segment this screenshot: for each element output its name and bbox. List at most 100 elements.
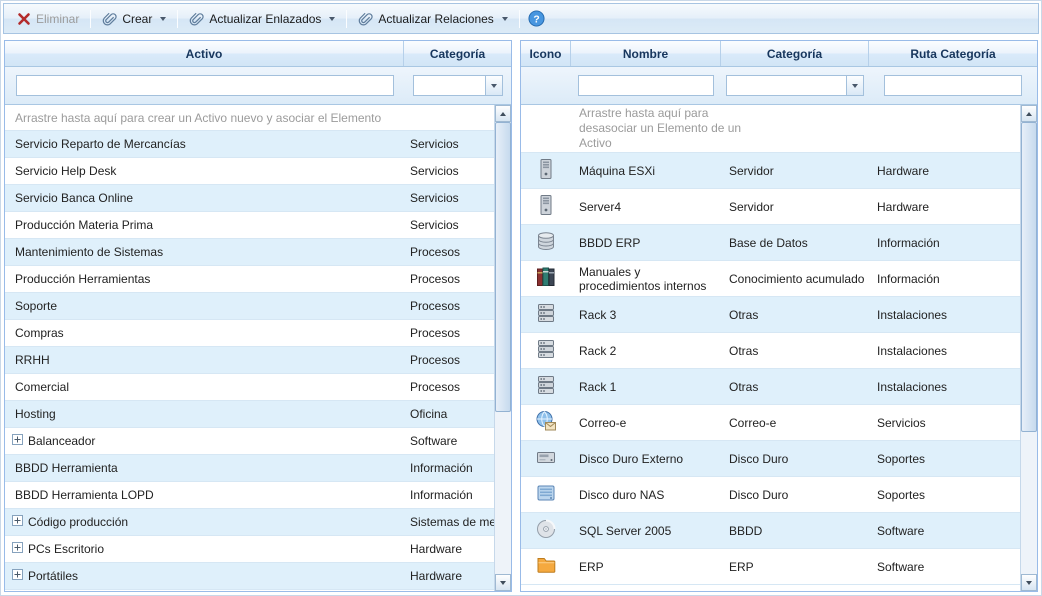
expand-icon[interactable] bbox=[12, 542, 23, 556]
activo-cell: RRHH bbox=[5, 353, 404, 367]
right-scrollbar[interactable] bbox=[1020, 105, 1037, 591]
column-header-categoria[interactable]: Categoría bbox=[721, 41, 869, 66]
icono-cell bbox=[521, 158, 571, 183]
nombre-cell: SQL Server 2005 bbox=[571, 524, 721, 538]
ruta-categoria-cell: Instalaciones bbox=[869, 344, 1020, 358]
asset-row[interactable]: RRHHProcesos bbox=[5, 347, 494, 374]
toolbar-separator bbox=[90, 10, 91, 28]
element-row[interactable]: BBDD ERPBase de DatosInformación bbox=[521, 225, 1020, 261]
expand-icon[interactable] bbox=[12, 515, 23, 529]
activo-label: Servicio Banca Online bbox=[15, 191, 133, 205]
scroll-up-button[interactable] bbox=[495, 105, 511, 122]
toolbar-button-actualizar-relaciones[interactable]: Actualizar Relaciones bbox=[351, 8, 514, 29]
ruta-categoria-cell: Soportes bbox=[869, 488, 1020, 502]
activo-cell: Hosting bbox=[5, 407, 404, 421]
categoria-filter-select-right[interactable] bbox=[726, 75, 864, 96]
toolbar-separator bbox=[346, 10, 347, 28]
element-row[interactable]: Manuales y procedimientos internosConoci… bbox=[521, 261, 1020, 297]
activo-cell: Soporte bbox=[5, 299, 404, 313]
delete-icon bbox=[17, 12, 31, 26]
column-header-activo[interactable]: Activo bbox=[5, 41, 404, 66]
column-header-categoria[interactable]: Categoría bbox=[404, 41, 511, 66]
scroll-down-button[interactable] bbox=[1021, 574, 1037, 591]
element-row[interactable]: Máquina ESXiServidorHardware bbox=[521, 153, 1020, 189]
ruta-categoria-cell: Hardware bbox=[869, 200, 1020, 214]
nombre-cell: BBDD ERP bbox=[571, 236, 721, 250]
expand-icon[interactable] bbox=[12, 434, 23, 448]
column-header-icono[interactable]: Icono bbox=[521, 41, 571, 66]
categoria-filter-select[interactable] bbox=[413, 75, 503, 96]
nombre-cell: Máquina ESXi bbox=[571, 164, 721, 178]
triangle-down-icon bbox=[1026, 581, 1032, 585]
element-row[interactable]: Correo-eCorreo-eServicios bbox=[521, 405, 1020, 441]
categoria-cell: Servicios bbox=[404, 164, 494, 178]
toolbar-separator bbox=[519, 10, 520, 28]
element-row[interactable]: Disco Duro ExternoDisco DuroSoportes bbox=[521, 441, 1020, 477]
nombre-cell: Server4 bbox=[571, 200, 721, 214]
left-scrollbar[interactable] bbox=[494, 105, 511, 591]
asset-row[interactable]: ComercialProcesos bbox=[5, 374, 494, 401]
activo-label: Hosting bbox=[15, 407, 56, 421]
nombre-filter-input[interactable] bbox=[578, 75, 714, 96]
categoria-cell: Disco Duro bbox=[721, 488, 869, 502]
asset-row[interactable]: HostingOficina bbox=[5, 401, 494, 428]
asset-row[interactable]: PCs EscritorioHardware bbox=[5, 536, 494, 563]
column-header-ruta-categoria[interactable]: Ruta Categoría bbox=[869, 41, 1037, 66]
ruta-categoria-cell: Hardware bbox=[869, 164, 1020, 178]
scrollbar-thumb[interactable] bbox=[495, 122, 511, 412]
element-row[interactable]: Disco duro NASDisco DuroSoportes bbox=[521, 477, 1020, 513]
categoria-cell: Servicios bbox=[404, 218, 494, 232]
categoria-cell: Información bbox=[404, 461, 494, 475]
categoria-cell: Procesos bbox=[404, 353, 494, 367]
element-row[interactable]: Rack 3OtrasInstalaciones bbox=[521, 297, 1020, 333]
element-row[interactable]: ERPERPSoftware bbox=[521, 549, 1020, 585]
drop-hint-row: Arrastre hasta aquí para crear un Activo… bbox=[5, 105, 494, 131]
asset-row[interactable]: Código producciónSistemas de medición bbox=[5, 509, 494, 536]
ruta-categoria-cell: Servicios bbox=[869, 416, 1020, 430]
column-header-nombre[interactable]: Nombre bbox=[571, 41, 721, 66]
activo-cell: Compras bbox=[5, 326, 404, 340]
element-row[interactable]: SQL Server 2005BBDDSoftware bbox=[521, 513, 1020, 549]
toolbar-button-eliminar[interactable]: Eliminar bbox=[10, 9, 86, 29]
activo-label: Producción Herramientas bbox=[15, 272, 150, 286]
activo-cell: BBDD Herramienta bbox=[5, 461, 404, 475]
categoria-cell: Otras bbox=[721, 308, 869, 322]
element-row[interactable]: Rack 1OtrasInstalaciones bbox=[521, 369, 1020, 405]
toolbar-button-actualizar-enlazados[interactable]: Actualizar Enlazados bbox=[182, 8, 342, 29]
categoria-filter-value-right bbox=[727, 76, 846, 95]
categoria-cell: Información bbox=[404, 488, 494, 502]
asset-row[interactable]: Producción HerramientasProcesos bbox=[5, 266, 494, 293]
asset-row[interactable]: Mantenimiento de SistemasProcesos bbox=[5, 239, 494, 266]
activo-filter-input[interactable] bbox=[16, 75, 394, 96]
icono-cell bbox=[521, 266, 571, 291]
activo-cell: Código producción bbox=[5, 515, 404, 529]
asset-row[interactable]: ComprasProcesos bbox=[5, 320, 494, 347]
asset-row[interactable]: Servicio Banca OnlineServicios bbox=[5, 185, 494, 212]
combo-dropdown-button[interactable] bbox=[846, 76, 863, 95]
asset-row[interactable]: Servicio Help DeskServicios bbox=[5, 158, 494, 185]
left-table-header: Activo Categoría bbox=[5, 41, 511, 67]
element-row[interactable]: Server4ServidorHardware bbox=[521, 189, 1020, 225]
ruta-categoria-filter-input[interactable] bbox=[884, 75, 1022, 96]
asset-row[interactable]: BBDD Herramienta LOPD Información bbox=[5, 482, 494, 509]
scroll-up-button[interactable] bbox=[1021, 105, 1037, 122]
asset-row[interactable]: Servicio Reparto de MercancíasServicios bbox=[5, 131, 494, 158]
asset-row[interactable]: PortátilesHardware bbox=[5, 563, 494, 590]
toolbar-separator bbox=[177, 10, 178, 28]
help-button[interactable]: ? bbox=[524, 7, 549, 30]
asset-row[interactable]: BBDD HerramientaInformación bbox=[5, 455, 494, 482]
categoria-cell: Otras bbox=[721, 380, 869, 394]
activo-label: BBDD Herramienta LOPD bbox=[15, 488, 154, 502]
scrollbar-thumb[interactable] bbox=[1021, 122, 1037, 432]
icono-cell bbox=[521, 338, 571, 363]
toolbar-button-crear[interactable]: Crear bbox=[95, 8, 173, 29]
expand-icon[interactable] bbox=[12, 569, 23, 583]
scroll-down-button[interactable] bbox=[495, 574, 511, 591]
combo-dropdown-button[interactable] bbox=[485, 76, 502, 95]
element-row[interactable]: Rack 2OtrasInstalaciones bbox=[521, 333, 1020, 369]
categoria-cell: Disco Duro bbox=[721, 452, 869, 466]
categoria-cell: Hardware bbox=[404, 542, 494, 556]
asset-row[interactable]: Producción Materia PrimaServicios bbox=[5, 212, 494, 239]
asset-row[interactable]: SoporteProcesos bbox=[5, 293, 494, 320]
asset-row[interactable]: BalanceadorSoftware bbox=[5, 428, 494, 455]
